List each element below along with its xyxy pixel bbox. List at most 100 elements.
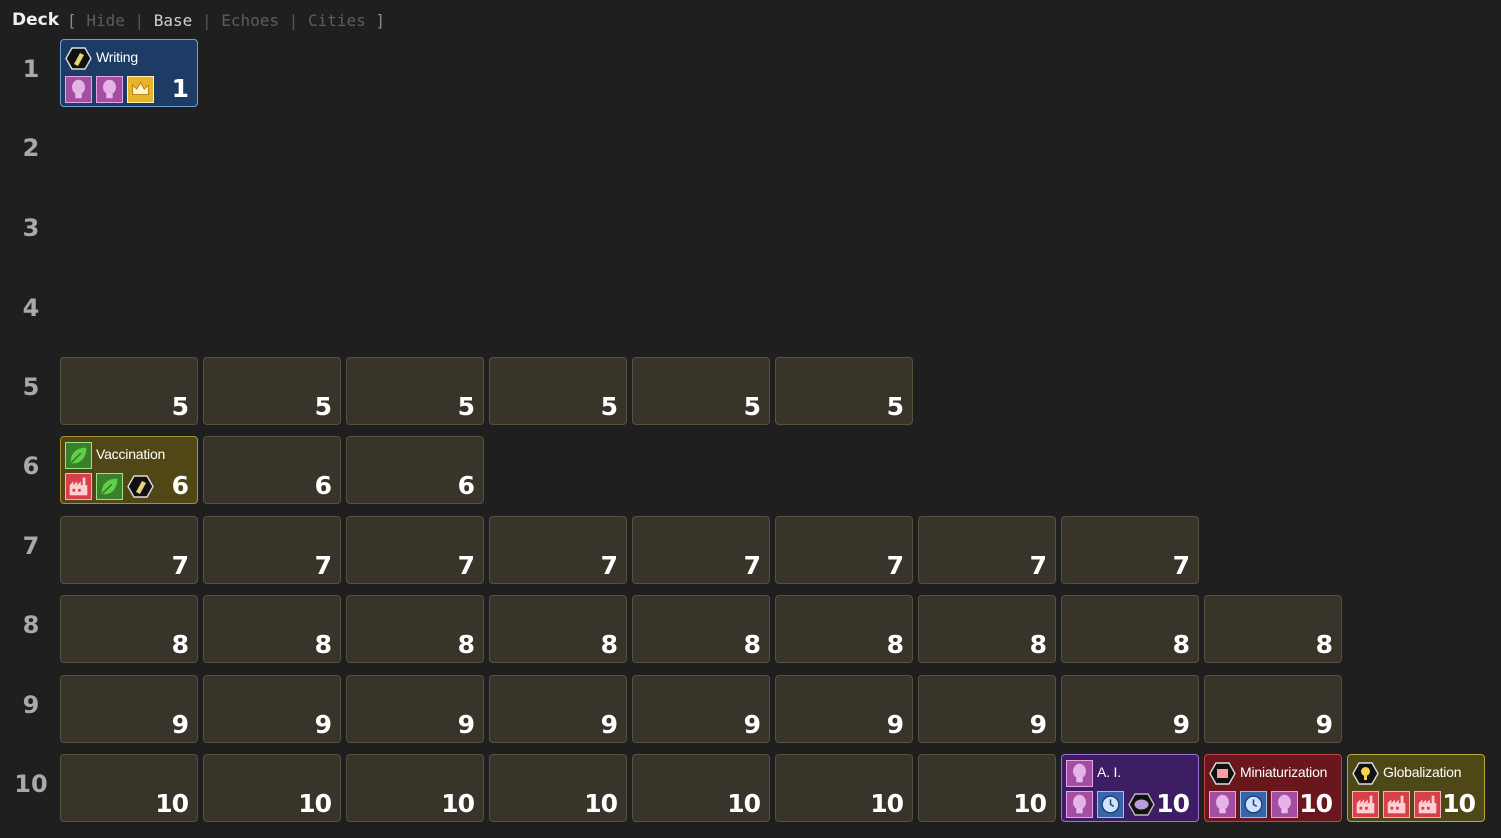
card-name: Writing — [96, 49, 138, 65]
card-back[interactable]: 5 — [346, 357, 484, 425]
card-age: 9 — [314, 710, 332, 739]
card-back[interactable]: 5 — [775, 357, 913, 425]
card-back[interactable]: 9 — [60, 675, 198, 743]
card-back[interactable]: 9 — [775, 675, 913, 743]
filter-cities-option[interactable]: Cities — [308, 11, 366, 30]
card-back[interactable]: 10 — [632, 754, 770, 822]
card-back[interactable]: 7 — [1061, 516, 1199, 584]
card-back[interactable]: 7 — [203, 516, 341, 584]
card-back[interactable]: 7 — [775, 516, 913, 584]
card-back[interactable]: 8 — [60, 595, 198, 663]
leaf-icon — [96, 473, 123, 500]
card-back[interactable]: 7 — [489, 516, 627, 584]
filter-hide-option[interactable]: Hide — [86, 11, 125, 30]
card-back[interactable]: 8 — [346, 595, 484, 663]
card-age: 7 — [457, 551, 475, 580]
card-back[interactable]: 5 — [489, 357, 627, 425]
card-age: 9 — [171, 710, 189, 739]
card-age: 7 — [1029, 551, 1047, 580]
card-back[interactable]: 6 — [203, 436, 341, 504]
factory-icon — [1383, 791, 1410, 818]
card-back[interactable]: 5 — [203, 357, 341, 425]
deck-title: Deck — [12, 10, 60, 30]
card-age: 10 — [727, 789, 761, 818]
card-back[interactable]: 9 — [346, 675, 484, 743]
card-age: 6 — [457, 471, 475, 500]
brain-hex-icon — [1128, 791, 1155, 818]
card-age: 7 — [886, 551, 904, 580]
set-filter: [ Hide | Base | Echoes | Cities ] — [67, 10, 386, 30]
card-miniaturization[interactable]: Miniaturization 10 — [1204, 754, 1342, 822]
card-age: 10 — [298, 789, 332, 818]
age-row-label: 1 — [22, 55, 40, 83]
card-age: 9 — [457, 710, 475, 739]
lightbulb-icon — [1066, 791, 1093, 818]
card-age: 9 — [1315, 710, 1333, 739]
lightbulb-icon — [1209, 791, 1236, 818]
card-a-i[interactable]: A. I. 10 — [1061, 754, 1199, 822]
card-back[interactable]: 10 — [775, 754, 913, 822]
card-back[interactable]: 9 — [1061, 675, 1199, 743]
card-name: A. I. — [1097, 764, 1121, 780]
lightbulb-icon — [96, 76, 123, 103]
age-row-label: 7 — [22, 532, 40, 560]
card-vaccination[interactable]: Vaccination 6 — [60, 436, 198, 504]
card-back[interactable]: 5 — [632, 357, 770, 425]
card-back[interactable]: 6 — [346, 436, 484, 504]
card-writing[interactable]: Writing 1 — [60, 39, 198, 107]
card-back[interactable]: 8 — [489, 595, 627, 663]
card-back[interactable]: 9 — [918, 675, 1056, 743]
card-age: 10 — [1442, 789, 1476, 818]
lightbulb-hex-icon — [127, 473, 154, 500]
card-back[interactable]: 7 — [60, 516, 198, 584]
card-back[interactable]: 10 — [203, 754, 341, 822]
card-age: 6 — [314, 471, 332, 500]
card-back[interactable]: 8 — [775, 595, 913, 663]
lightbulb-hex-icon — [65, 45, 92, 72]
card-back[interactable]: 7 — [346, 516, 484, 584]
card-back[interactable]: 8 — [1061, 595, 1199, 663]
card-age: 10 — [155, 789, 189, 818]
card-globalization[interactable]: Globalization 10 — [1347, 754, 1485, 822]
card-back[interactable]: 10 — [60, 754, 198, 822]
card-age: 9 — [1172, 710, 1190, 739]
card-age: 10 — [584, 789, 618, 818]
card-age: 8 — [171, 630, 189, 659]
card-back[interactable]: 9 — [489, 675, 627, 743]
card-age: 10 — [1156, 789, 1190, 818]
lightbulb-icon — [65, 76, 92, 103]
card-age: 8 — [1315, 630, 1333, 659]
card-back[interactable]: 8 — [203, 595, 341, 663]
factory-hex-icon — [1209, 760, 1236, 787]
crown-icon — [127, 76, 154, 103]
card-age: 8 — [1029, 630, 1047, 659]
card-back[interactable]: 10 — [918, 754, 1056, 822]
card-back[interactable]: 8 — [632, 595, 770, 663]
card-back[interactable]: 10 — [346, 754, 484, 822]
card-name: Miniaturization — [1240, 764, 1328, 780]
card-back[interactable]: 8 — [1204, 595, 1342, 663]
filter-base-option[interactable]: Base — [154, 11, 193, 30]
card-back[interactable]: 8 — [918, 595, 1056, 663]
card-age: 7 — [314, 551, 332, 580]
age-row-label: 3 — [22, 214, 40, 242]
card-age: 5 — [886, 392, 904, 421]
lightbulb-icon — [1271, 791, 1298, 818]
card-back[interactable]: 9 — [632, 675, 770, 743]
card-age: 9 — [743, 710, 761, 739]
card-back[interactable]: 7 — [918, 516, 1056, 584]
card-back[interactable]: 9 — [1204, 675, 1342, 743]
lightbulb-icon — [1066, 760, 1093, 787]
card-age: 5 — [171, 392, 189, 421]
card-age: 8 — [1172, 630, 1190, 659]
card-back[interactable]: 7 — [632, 516, 770, 584]
clock-icon — [1097, 791, 1124, 818]
card-age: 5 — [314, 392, 332, 421]
card-back[interactable]: 5 — [60, 357, 198, 425]
card-age: 8 — [743, 630, 761, 659]
card-back[interactable]: 9 — [203, 675, 341, 743]
card-age: 7 — [600, 551, 618, 580]
filter-echoes-option[interactable]: Echoes — [221, 11, 279, 30]
card-back[interactable]: 10 — [489, 754, 627, 822]
age-row-label: 2 — [22, 134, 40, 162]
